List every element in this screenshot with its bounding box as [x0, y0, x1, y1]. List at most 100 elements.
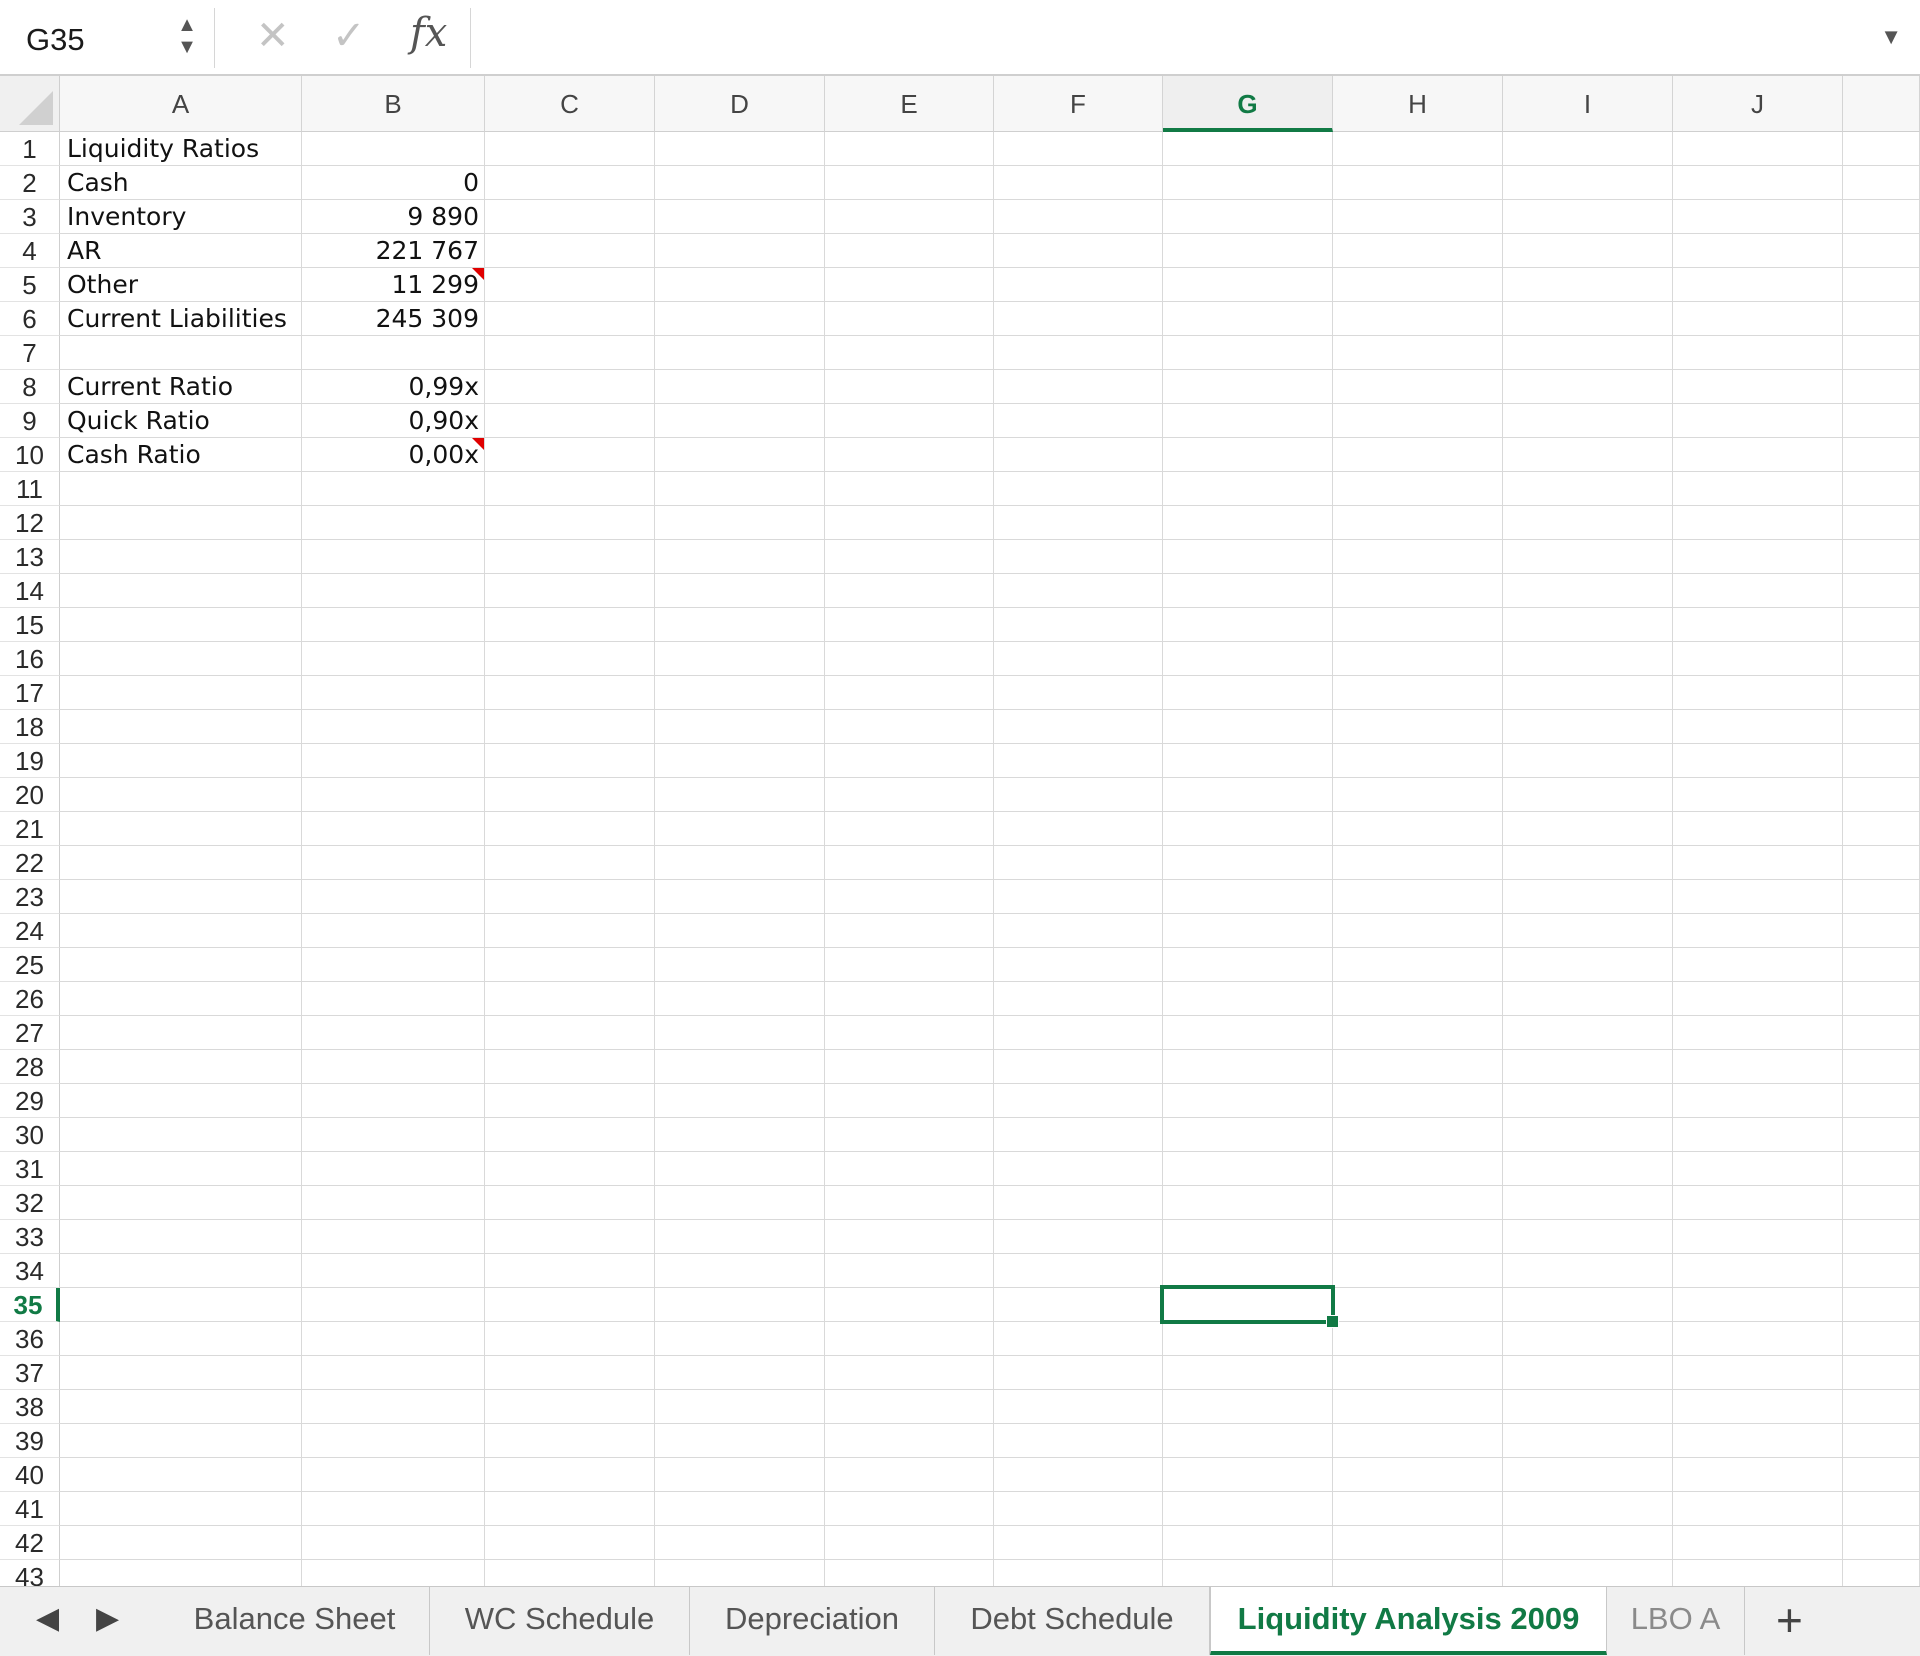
cell-c19[interactable] [485, 744, 655, 778]
cell-a4[interactable]: AR [60, 234, 302, 268]
cell-k16[interactable] [1843, 642, 1920, 676]
cell-h23[interactable] [1333, 880, 1503, 914]
cell-j36[interactable] [1673, 1322, 1843, 1356]
cell-b26[interactable] [302, 982, 485, 1016]
cell-a19[interactable] [60, 744, 302, 778]
cell-f29[interactable] [994, 1084, 1163, 1118]
cell-c15[interactable] [485, 608, 655, 642]
cell-f36[interactable] [994, 1322, 1163, 1356]
cell-h26[interactable] [1333, 982, 1503, 1016]
column-header-h[interactable]: H [1333, 76, 1503, 132]
cell-i5[interactable] [1503, 268, 1673, 302]
cell-c1[interactable] [485, 132, 655, 166]
cell-k12[interactable] [1843, 506, 1920, 540]
cell-e7[interactable] [825, 336, 994, 370]
sheet-tab-wc-schedule[interactable]: WC Schedule [430, 1587, 690, 1655]
cell-f35[interactable] [994, 1288, 1163, 1322]
cell-f7[interactable] [994, 336, 1163, 370]
cell-j34[interactable] [1673, 1254, 1843, 1288]
cell-d30[interactable] [655, 1118, 825, 1152]
cell-c6[interactable] [485, 302, 655, 336]
cell-k9[interactable] [1843, 404, 1920, 438]
cell-a10[interactable]: Cash Ratio [60, 438, 302, 472]
row-header-8[interactable]: 8 [0, 370, 60, 404]
cell-f30[interactable] [994, 1118, 1163, 1152]
cell-g36[interactable] [1163, 1322, 1333, 1356]
cell-a33[interactable] [60, 1220, 302, 1254]
cell-a43[interactable] [60, 1560, 302, 1586]
row-header-7[interactable]: 7 [0, 336, 60, 370]
cell-j35[interactable] [1673, 1288, 1843, 1322]
cell-d5[interactable] [655, 268, 825, 302]
cell-j7[interactable] [1673, 336, 1843, 370]
cell-e29[interactable] [825, 1084, 994, 1118]
cell-f28[interactable] [994, 1050, 1163, 1084]
cell-a26[interactable] [60, 982, 302, 1016]
cell-k8[interactable] [1843, 370, 1920, 404]
cell-i23[interactable] [1503, 880, 1673, 914]
cell-c30[interactable] [485, 1118, 655, 1152]
cell-h12[interactable] [1333, 506, 1503, 540]
cell-d39[interactable] [655, 1424, 825, 1458]
cell-g41[interactable] [1163, 1492, 1333, 1526]
cell-i13[interactable] [1503, 540, 1673, 574]
cell-e9[interactable] [825, 404, 994, 438]
cell-h3[interactable] [1333, 200, 1503, 234]
cell-c7[interactable] [485, 336, 655, 370]
row-header-31[interactable]: 31 [0, 1152, 60, 1186]
cell-g24[interactable] [1163, 914, 1333, 948]
cell-b17[interactable] [302, 676, 485, 710]
cell-i22[interactable] [1503, 846, 1673, 880]
cell-d15[interactable] [655, 608, 825, 642]
cell-e34[interactable] [825, 1254, 994, 1288]
cell-k25[interactable] [1843, 948, 1920, 982]
cell-c23[interactable] [485, 880, 655, 914]
row-header-15[interactable]: 15 [0, 608, 60, 642]
cell-k10[interactable] [1843, 438, 1920, 472]
cell-d21[interactable] [655, 812, 825, 846]
cell-a35[interactable] [60, 1288, 302, 1322]
prev-sheet-icon[interactable]: ◀ [36, 1601, 59, 1636]
cell-b39[interactable] [302, 1424, 485, 1458]
cell-h19[interactable] [1333, 744, 1503, 778]
cell-j41[interactable] [1673, 1492, 1843, 1526]
cell-i29[interactable] [1503, 1084, 1673, 1118]
cell-f10[interactable] [994, 438, 1163, 472]
cell-g7[interactable] [1163, 336, 1333, 370]
cell-b35[interactable] [302, 1288, 485, 1322]
cell-f16[interactable] [994, 642, 1163, 676]
cell-h37[interactable] [1333, 1356, 1503, 1390]
cell-c29[interactable] [485, 1084, 655, 1118]
cell-g40[interactable] [1163, 1458, 1333, 1492]
cell-d24[interactable] [655, 914, 825, 948]
cell-k1[interactable] [1843, 132, 1920, 166]
cell-e24[interactable] [825, 914, 994, 948]
cell-b43[interactable] [302, 1560, 485, 1586]
cell-a22[interactable] [60, 846, 302, 880]
cell-d2[interactable] [655, 166, 825, 200]
cell-f8[interactable] [994, 370, 1163, 404]
row-header-10[interactable]: 10 [0, 438, 60, 472]
cell-c31[interactable] [485, 1152, 655, 1186]
cell-g34[interactable] [1163, 1254, 1333, 1288]
cell-a21[interactable] [60, 812, 302, 846]
cell-d10[interactable] [655, 438, 825, 472]
cell-e39[interactable] [825, 1424, 994, 1458]
cell-g9[interactable] [1163, 404, 1333, 438]
cell-i11[interactable] [1503, 472, 1673, 506]
sheet-tab-depreciation[interactable]: Depreciation [690, 1587, 935, 1655]
cell-f23[interactable] [994, 880, 1163, 914]
cell-j9[interactable] [1673, 404, 1843, 438]
cell-b41[interactable] [302, 1492, 485, 1526]
cell-g14[interactable] [1163, 574, 1333, 608]
cell-e16[interactable] [825, 642, 994, 676]
cell-g22[interactable] [1163, 846, 1333, 880]
cell-d26[interactable] [655, 982, 825, 1016]
cell-h40[interactable] [1333, 1458, 1503, 1492]
cell-e19[interactable] [825, 744, 994, 778]
cell-c36[interactable] [485, 1322, 655, 1356]
cell-g12[interactable] [1163, 506, 1333, 540]
cell-f37[interactable] [994, 1356, 1163, 1390]
cell-b5[interactable]: 11 299 [302, 268, 485, 302]
formula-input[interactable] [470, 8, 1870, 68]
